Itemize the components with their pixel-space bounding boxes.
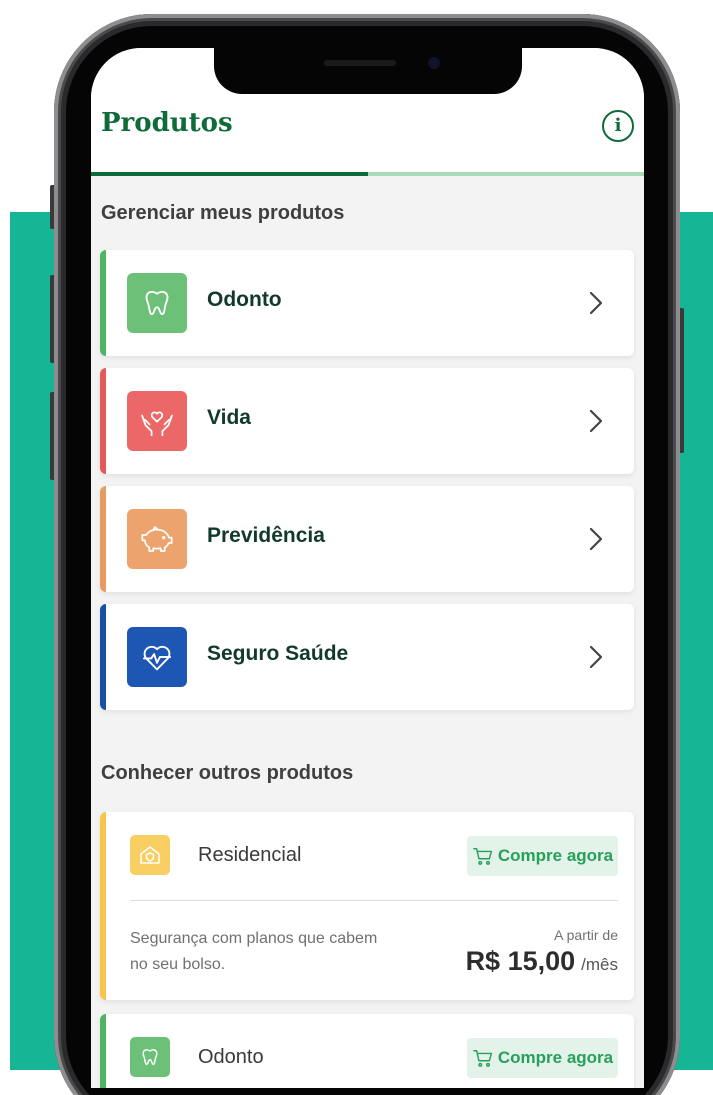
price-row: R$ 15,00 /mês: [466, 946, 618, 977]
phone-speaker: [324, 60, 396, 66]
cart-icon: [473, 1050, 492, 1067]
product-card-odonto[interactable]: Odonto: [100, 250, 634, 356]
price-from-label: A partir de: [554, 927, 618, 943]
chevron-right-icon: [589, 527, 603, 551]
header-progress-fill: [91, 172, 368, 176]
chevron-right-icon: [589, 645, 603, 669]
price-period: /mês: [581, 955, 618, 974]
offer-name: Residencial: [198, 844, 302, 866]
product-card-previdencia[interactable]: Previdência: [100, 486, 634, 592]
heart-pulse-icon: [127, 627, 187, 687]
card-accent-bar: [100, 486, 106, 592]
offer-divider: [130, 900, 618, 901]
section-title-other: Conhecer outros produtos: [101, 762, 354, 784]
offer-description: Segurança com planos que cabem no seu bo…: [130, 930, 378, 973]
buy-now-button[interactable]: Compre agora: [467, 1038, 618, 1078]
piggy-bank-icon: [127, 509, 187, 569]
cart-icon: [473, 848, 492, 865]
hands-heart-icon: [127, 391, 187, 451]
product-card-label: Vida: [207, 406, 251, 429]
product-card-label: Previdência: [207, 524, 325, 547]
chevron-right-icon: [589, 409, 603, 433]
offer-name: Odonto: [198, 1046, 264, 1068]
product-card-vida[interactable]: Vida: [100, 368, 634, 474]
phone-camera: [428, 57, 440, 69]
buy-now-label: Compre agora: [497, 1048, 614, 1067]
card-accent-bar: [100, 604, 106, 710]
card-accent-bar: [100, 1014, 106, 1088]
offer-price: R$ 15,00: [465, 946, 576, 976]
buy-now-button[interactable]: Compre agora: [467, 836, 618, 876]
tooth-icon: [127, 273, 187, 333]
header-progress-bar: [91, 172, 644, 176]
card-accent-bar: [100, 250, 106, 356]
chevron-right-icon: [589, 291, 603, 315]
page-title: Produtos: [101, 108, 233, 138]
product-card-label: Odonto: [207, 288, 282, 311]
tooth-icon: [130, 1037, 170, 1077]
phone-notch: [214, 46, 522, 94]
home-shield-icon: [130, 835, 170, 875]
offer-card-residencial: Residencial Compre agora Segurança com p…: [100, 812, 634, 1000]
info-icon[interactable]: i: [602, 110, 634, 142]
section-title-manage: Gerenciar meus produtos: [101, 202, 345, 224]
app-screen: Produtos i Gerenciar meus produtos Odont…: [91, 48, 644, 1088]
card-accent-bar: [100, 368, 106, 474]
offer-card-odonto: Odonto Compre agora: [100, 1014, 634, 1088]
product-card-label: Seguro Saúde: [207, 642, 349, 665]
buy-now-label: Compre agora: [497, 846, 614, 865]
product-card-seguro-saude[interactable]: Seguro Saúde: [100, 604, 634, 710]
card-accent-bar: [100, 812, 106, 1000]
